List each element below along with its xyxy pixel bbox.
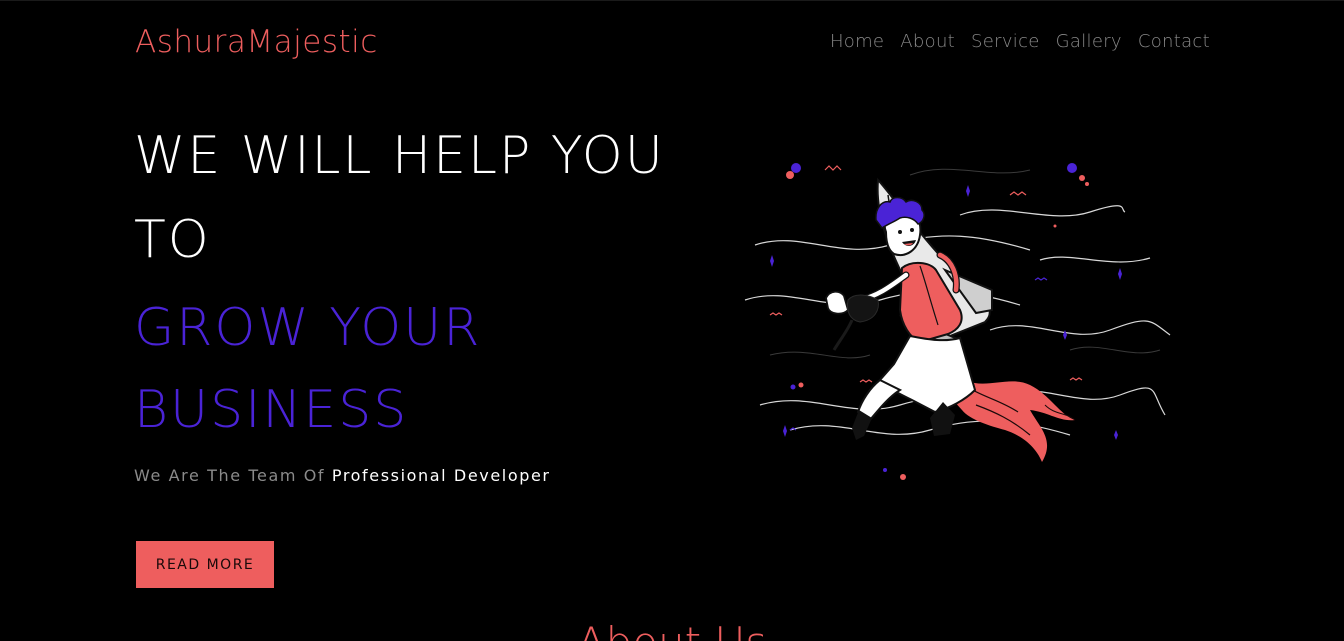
- hero-tagline: We Are The Team Of Professional Develope…: [134, 466, 551, 485]
- hero-headline-line-4: BUSINESS: [134, 380, 409, 440]
- hero-headline-line-3: GROW YOUR: [134, 298, 482, 358]
- hero-headline-line-2: TO: [134, 210, 211, 270]
- tagline-highlight: Professional Developer: [331, 466, 551, 485]
- nav-contact[interactable]: Contact: [1138, 31, 1210, 52]
- rocket-boy-illustration-icon: [744, 163, 1171, 480]
- about-section-heading: About Us: [0, 622, 1344, 641]
- nav-service[interactable]: Service: [971, 31, 1040, 52]
- main-nav: Home About Service Gallery Contact: [830, 31, 1210, 52]
- top-border: [0, 0, 1344, 1]
- nav-home[interactable]: Home: [830, 31, 884, 52]
- hero-headline-line-1: WE WILL HELP YOU: [134, 126, 665, 186]
- read-more-button[interactable]: READ MORE: [136, 541, 274, 588]
- tagline-intro: We Are The Team Of: [134, 466, 326, 485]
- nav-gallery[interactable]: Gallery: [1056, 31, 1122, 52]
- brand-logo[interactable]: AshuraMajestic: [135, 24, 378, 60]
- nav-about[interactable]: About: [900, 31, 955, 52]
- page: AshuraMajestic Home About Service Galler…: [0, 0, 1344, 641]
